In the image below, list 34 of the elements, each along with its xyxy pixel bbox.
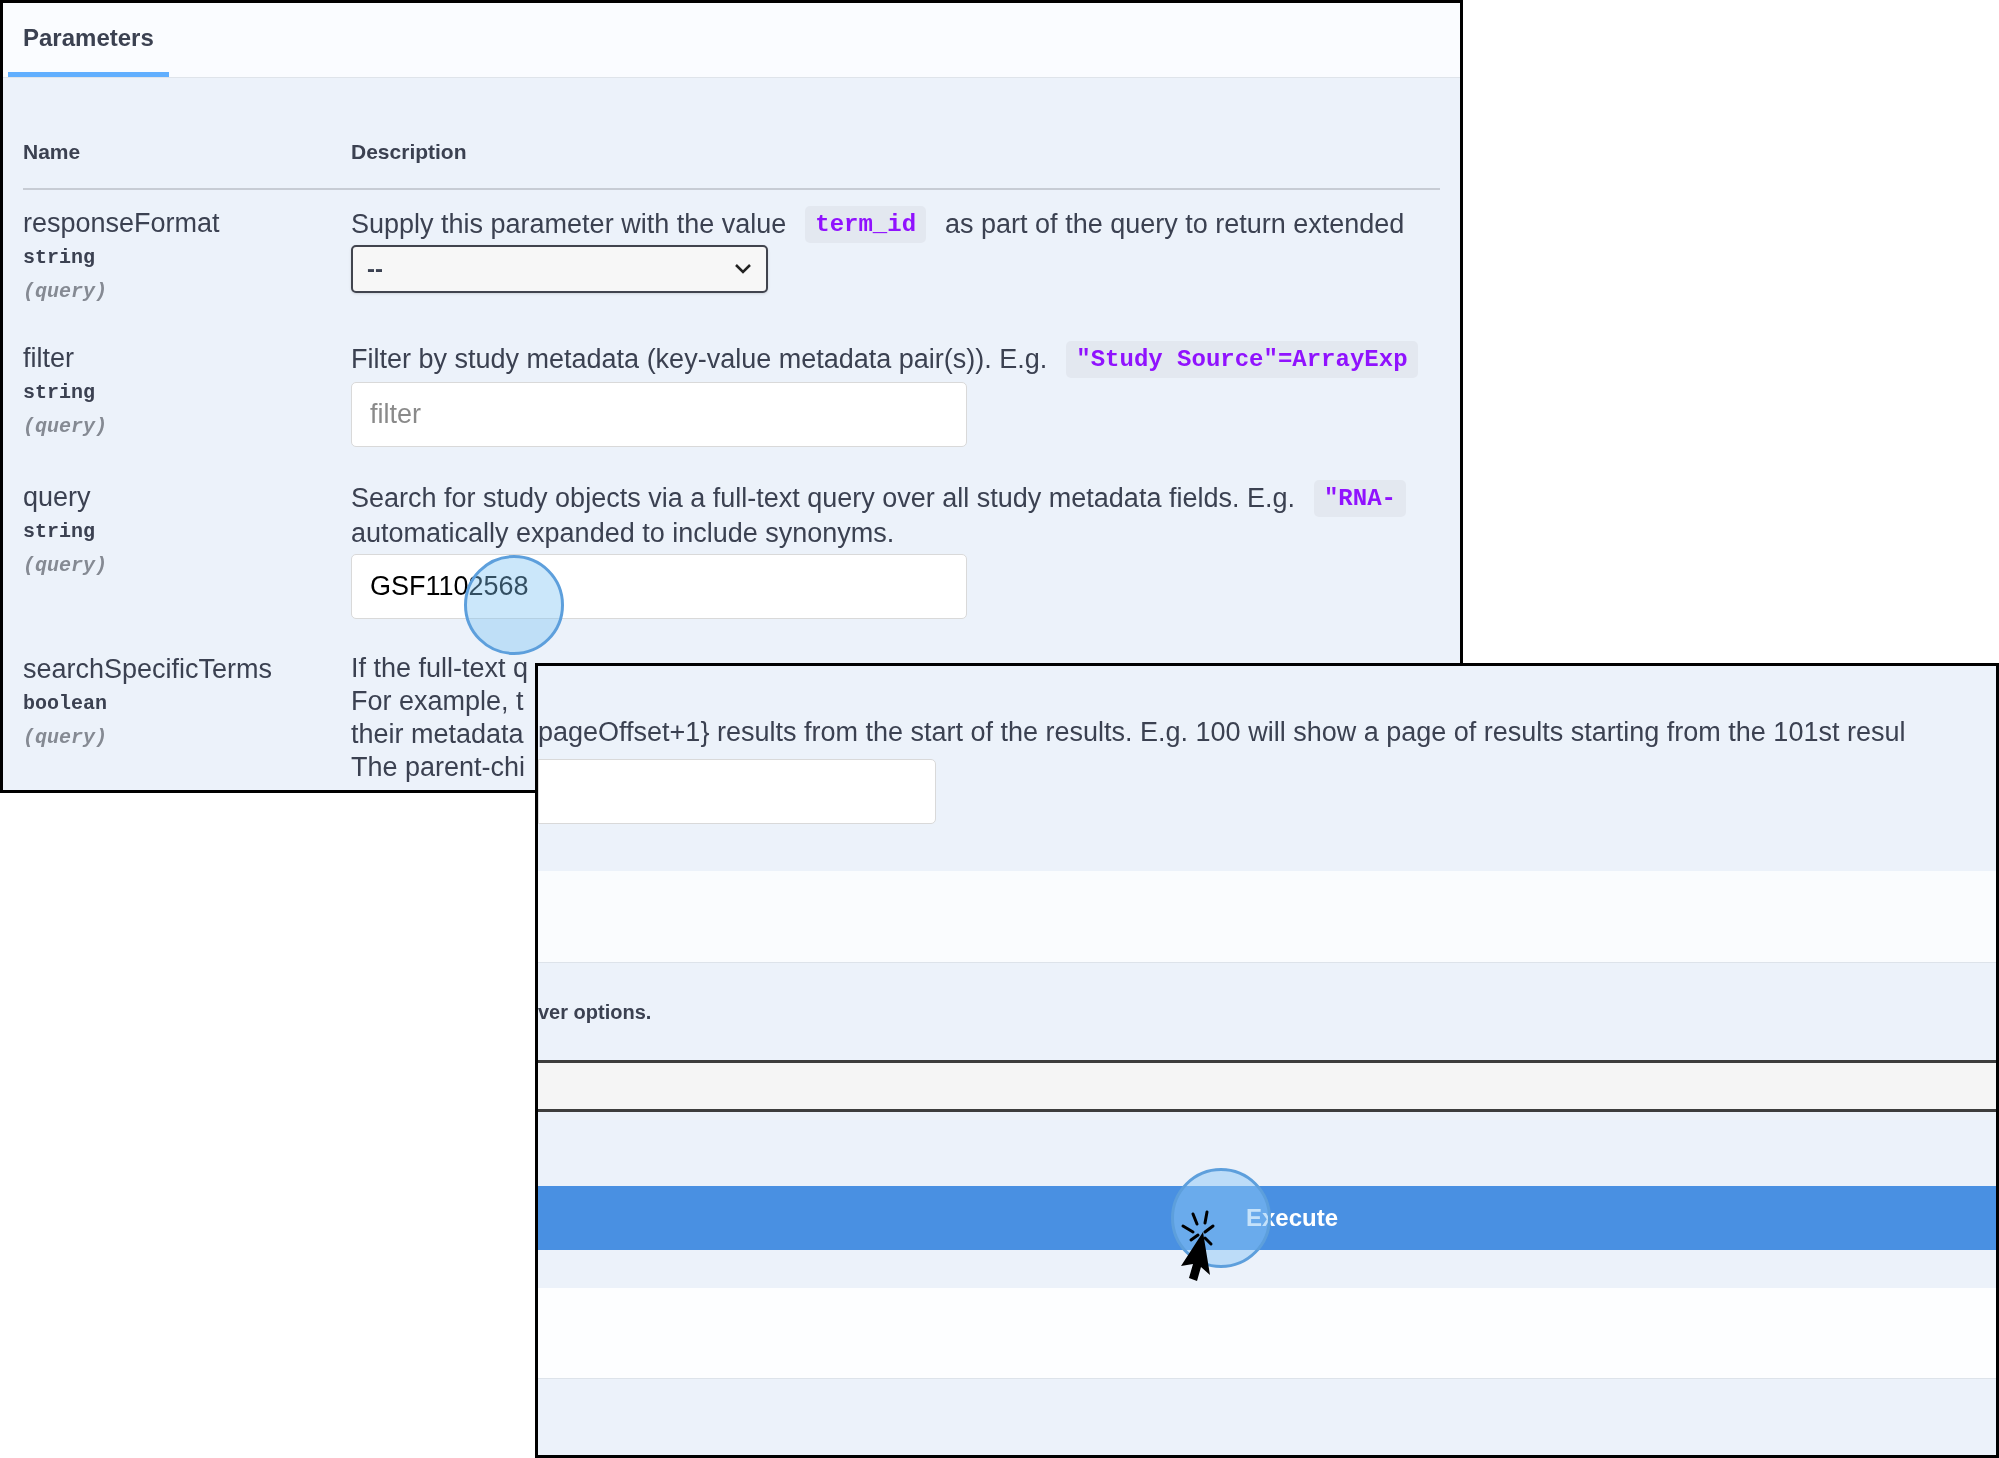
parameter-location: (query) [23, 724, 108, 751]
code-snippet: "RNA- [1313, 479, 1406, 517]
description-text: Filter by study metadata (key-value metadata pair(s)). E.g. [351, 342, 1048, 376]
parameter-type: boolean [23, 690, 108, 717]
parameters-tab[interactable]: Parameters [8, 3, 169, 77]
column-header: Description [351, 139, 468, 165]
description-text: pageOffset+1} results from the start of the results. E.g. 100 will show a page of results starting from the 101st resul [538, 716, 1907, 749]
parameter-name: query [23, 480, 92, 514]
parameter-type: string [23, 244, 96, 271]
note-text: ver options. [538, 999, 652, 1025]
chevron-down-icon [734, 262, 752, 275]
parameter-location: (query) [23, 552, 108, 579]
description-text: Supply this parameter with the value [351, 207, 787, 241]
parameter-name: responseFormat [23, 206, 221, 240]
text-input[interactable] [538, 759, 936, 824]
parameter-type: string [23, 518, 96, 545]
description-text: Search for study objects via a full-text query over all study metadata fields. E.g. [351, 481, 1295, 515]
description-text: as part of the query to return extended [945, 207, 1405, 241]
parameter-type: string [23, 379, 96, 406]
code-snippet: "Study Source"=ArrayExp [1066, 340, 1418, 378]
text-area[interactable] [538, 1060, 1996, 1112]
description-text: If the full-text q [351, 651, 529, 685]
description-text: The parent-chi [351, 750, 526, 784]
parameter-name: searchSpecificTerms [23, 652, 274, 686]
text-input[interactable]: filter [351, 381, 967, 447]
description-text: For example, t [351, 684, 524, 718]
column-header: Name [23, 139, 82, 165]
select-dropdown[interactable]: -- [351, 244, 768, 293]
parameter-location: (query) [23, 413, 108, 440]
parameter-location: (query) [23, 278, 108, 305]
description-text: automatically expanded to include synonyms. [351, 516, 895, 550]
description-text: their metadata [351, 717, 524, 751]
code-snippet: term_id [805, 205, 927, 243]
parameter-name: filter [23, 341, 75, 375]
